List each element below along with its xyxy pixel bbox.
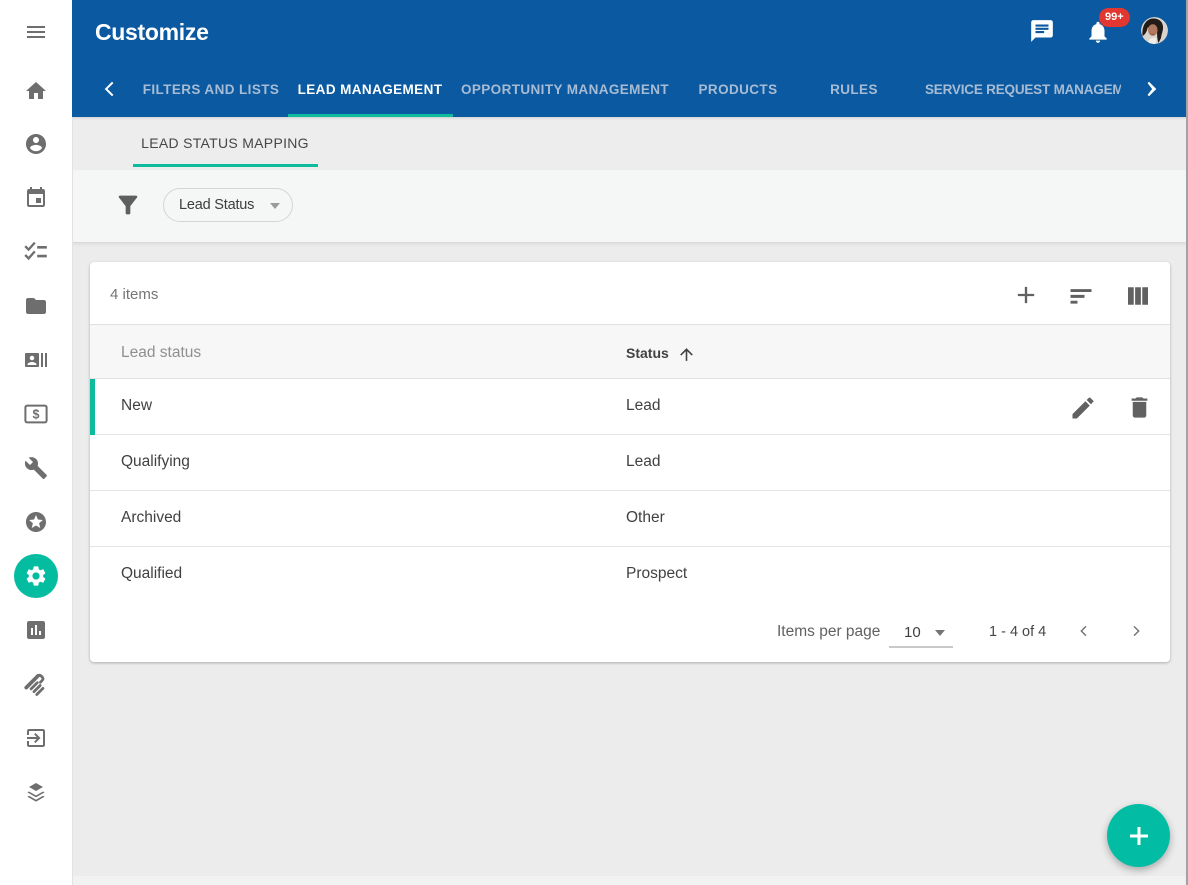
svg-text:$: $ <box>33 408 40 422</box>
